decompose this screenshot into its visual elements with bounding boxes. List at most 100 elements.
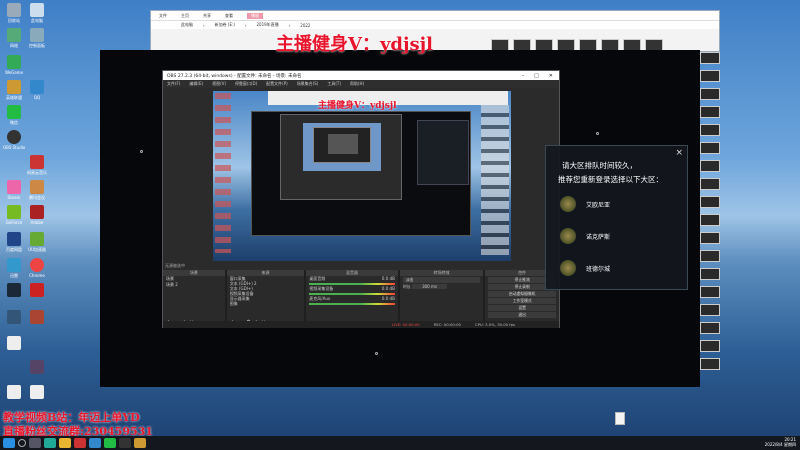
this-pc-icon[interactable]: 此电脑	[26, 3, 48, 23]
chrome-icon[interactable]: Chrome	[26, 258, 48, 278]
video-file-thumbnail[interactable]	[700, 70, 720, 82]
video-file-thumbnail[interactable]	[700, 142, 720, 154]
video-file-thumbnail[interactable]	[700, 232, 720, 244]
video-file-thumbnail[interactable]	[700, 322, 720, 334]
taskbar-app-icon[interactable]	[74, 438, 86, 448]
close-icon[interactable]: ×	[675, 148, 683, 158]
task-view-icon[interactable]	[29, 438, 41, 448]
control-panel-icon[interactable]: 控制面板	[26, 28, 48, 48]
adobe-icon[interactable]: Adobe	[26, 205, 48, 225]
explorer-tab[interactable]: 查看	[225, 13, 233, 19]
transition-select[interactable]: 淡出	[402, 277, 481, 283]
video-file-thumbnail[interactable]	[700, 358, 720, 370]
file-icon[interactable]	[3, 336, 25, 350]
video-file-thumbnail[interactable]	[700, 250, 720, 262]
breadcrumb-item[interactable]: 2022	[300, 23, 310, 28]
taskbar-app-icon[interactable]	[119, 438, 131, 448]
tencent-meeting-icon[interactable]: 腾讯会议	[26, 180, 48, 200]
app-icon[interactable]	[26, 283, 48, 297]
explorer-tab[interactable]: 主页	[181, 13, 189, 19]
server-option[interactable]: 班德尔城	[560, 260, 610, 276]
breadcrumb-item[interactable]: 新加卷 (E:)	[215, 22, 235, 28]
server-option[interactable]: 艾欧尼亚	[560, 196, 610, 212]
studio-mode-button[interactable]: 工作室模式	[488, 298, 556, 304]
app-icon[interactable]	[26, 360, 48, 374]
explorer-tab[interactable]: 文件	[159, 13, 167, 19]
video-file-thumbnail[interactable]	[700, 88, 720, 100]
menu-item[interactable]: 帮助(H)	[350, 81, 364, 87]
app-icon[interactable]	[3, 310, 25, 324]
video-file-thumbnail[interactable]	[700, 124, 720, 136]
volume-meter	[309, 283, 395, 285]
menu-item[interactable]: 工具(T)	[327, 81, 341, 87]
network-icon[interactable]: 网络	[3, 28, 25, 48]
video-file-thumbnail[interactable]	[700, 178, 720, 190]
search-icon[interactable]	[18, 439, 26, 447]
thunder-icon[interactable]: 迅雷	[3, 258, 25, 278]
exit-button[interactable]: 退出	[488, 312, 556, 318]
lol-icon[interactable]: 英雄联盟	[3, 80, 25, 100]
taskbar-app-icon[interactable]	[89, 438, 101, 448]
video-file-thumbnail[interactable]	[700, 304, 720, 316]
desktop-file-icon[interactable]	[615, 412, 625, 425]
file-icon[interactable]	[26, 385, 48, 399]
server-emblem-icon	[560, 196, 576, 212]
steam-app-icon[interactable]	[3, 283, 25, 297]
explorer-icon[interactable]	[59, 438, 71, 448]
obs-title: OBS 27.2.3 (64-bit, windows) - 配置文件: 未命名…	[167, 73, 302, 79]
taskbar-app-icon[interactable]	[104, 438, 116, 448]
preview-watermark: 主播健身V：ydjsjl	[318, 101, 397, 111]
obs-preview[interactable]: 主播健身V：ydjsjl	[213, 91, 511, 261]
qq-icon[interactable]: QQ	[26, 80, 48, 100]
system-tray-clock[interactable]: 20:21 2022/8/4 星期四	[765, 437, 796, 447]
wechat-icon[interactable]: 微信	[3, 105, 25, 125]
recycle-bin-icon[interactable]: 回收站	[3, 3, 25, 23]
taskbar-app-icon[interactable]	[134, 438, 146, 448]
app-icon[interactable]	[26, 310, 48, 324]
video-file-thumbnail[interactable]	[700, 340, 720, 352]
video-file-thumbnail[interactable]	[700, 106, 720, 118]
geforce-icon[interactable]: GeForce	[3, 205, 25, 225]
taskbar: 20:21 2022/8/4 星期四	[0, 436, 800, 450]
menu-item[interactable]: 视图(V)	[212, 81, 226, 87]
explorer-tab[interactable]: 共享	[203, 13, 211, 19]
wegame-icon[interactable]: WeGame	[3, 55, 25, 75]
close-icon[interactable]: ✕	[549, 73, 553, 79]
uu-accelerator-icon[interactable]: UU加速器	[26, 232, 48, 252]
menu-item[interactable]: 配置文件(P)	[266, 81, 288, 87]
menu-item[interactable]: 场景集合(S)	[297, 81, 319, 87]
breadcrumb-item[interactable]: 此电脑	[181, 22, 193, 28]
explorer-tab-active[interactable]: 播放	[247, 12, 263, 19]
baidu-netdisk-icon[interactable]: 百度网盘	[3, 232, 25, 252]
scene-item[interactable]: 场景 2	[163, 282, 225, 288]
server-option[interactable]: 诺克萨斯	[560, 228, 610, 244]
settings-button[interactable]: 设置	[488, 305, 556, 311]
file-icon[interactable]	[3, 385, 25, 399]
menu-item[interactable]: 停靠窗口(D)	[235, 81, 257, 87]
address-bar[interactable]: 此电脑 › 新加卷 (E:) › 2019年直播 › 2022	[151, 20, 719, 29]
video-file-thumbnail[interactable]	[700, 268, 720, 280]
breadcrumb-item[interactable]: 2019年直播	[257, 22, 279, 28]
minimize-icon[interactable]: –	[522, 73, 525, 79]
steam-icon[interactable]: Steam	[3, 180, 25, 200]
menu-item[interactable]: 编辑(E)	[189, 81, 203, 87]
video-file-thumbnail[interactable]	[700, 160, 720, 172]
menu-item[interactable]: 文件(F)	[167, 81, 180, 87]
netease-music-icon[interactable]: 网易云音乐	[26, 155, 48, 175]
clock-date: 2022/8/4 星期四	[764, 442, 796, 447]
edge-icon[interactable]	[44, 438, 56, 448]
transition-duration: 时长 300 ms	[400, 284, 484, 290]
video-file-thumbnail[interactable]	[700, 196, 720, 208]
rec-indicator: REC: 00:00:00	[433, 322, 461, 327]
obs-icon[interactable]: OBS Studio	[3, 130, 25, 150]
source-item[interactable]: 图像	[227, 301, 305, 306]
virtual-camera-button[interactable]: 启动虚拟摄像机	[488, 291, 556, 297]
video-file-thumbnail[interactable]	[700, 286, 720, 298]
start-icon[interactable]	[3, 438, 15, 448]
duration-field[interactable]: 300 ms	[412, 284, 447, 289]
video-file-thumbnail[interactable]	[700, 214, 720, 226]
maximize-icon[interactable]: □	[534, 73, 539, 79]
video-file-thumbnail[interactable]	[700, 52, 720, 64]
scenes-dock: 场景 场景 场景 2 +−∧∨	[163, 270, 225, 328]
obs-window: OBS 27.2.3 (64-bit, windows) - 配置文件: 未命名…	[162, 70, 560, 328]
